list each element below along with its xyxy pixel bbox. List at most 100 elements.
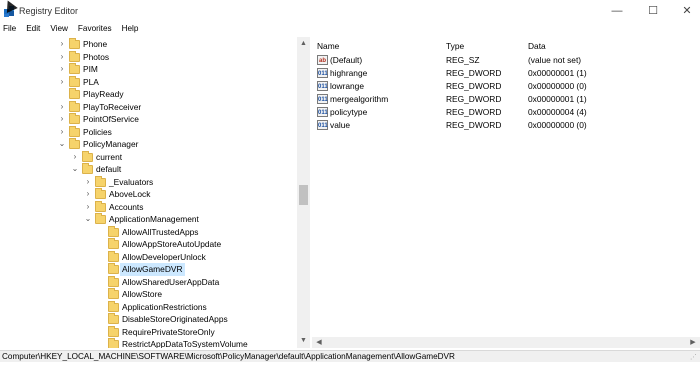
chevron-down-icon[interactable]: ⌄: [84, 214, 92, 224]
tree-item[interactable]: RequirePrivateStoreOnly: [0, 325, 296, 339]
folder-icon: [69, 38, 80, 49]
tree-item[interactable]: AllowGameDVR: [0, 263, 296, 276]
tree-item[interactable]: › PIM: [0, 63, 296, 76]
value-row[interactable]: ab (Default) REG_SZ (value not set): [312, 54, 700, 67]
chevron-right-icon[interactable]: ›: [71, 152, 79, 162]
tree-item[interactable]: › AboveLock: [0, 188, 296, 201]
folder-icon: [82, 163, 93, 174]
maximize-button[interactable]: ☐: [638, 2, 668, 20]
address-path[interactable]: Computer\HKEY_LOCAL_MACHINE\SOFTWARE\Mic…: [2, 352, 455, 361]
menu-edit[interactable]: Edit: [21, 22, 45, 36]
tree-item[interactable]: ⌄ PolicyManager: [0, 138, 296, 151]
tree-item[interactable]: PlayReady: [0, 88, 296, 101]
tree-item[interactable]: › current: [0, 150, 296, 164]
tree-item[interactable]: RestrictAppDataToSystemVolume: [0, 338, 296, 348]
tree-item-label: Accounts: [109, 201, 144, 212]
registry-key-tree[interactable]: › Phone › Photos › PIM › PLA PlayReady › PlayToRec…: [0, 37, 310, 348]
chevron-right-icon[interactable]: ›: [58, 39, 66, 49]
chevron-right-icon[interactable]: ›: [58, 114, 66, 124]
folder-icon: [108, 300, 119, 312]
value-row[interactable]: 011 lowrange REG_DWORD 0x00000000 (0): [312, 80, 700, 93]
value-type: REG_DWORD: [446, 68, 502, 78]
tree-item-label: ApplicationRestrictions: [122, 301, 207, 312]
tree-item-label: PlayToReceiver: [83, 101, 142, 112]
chevron-right-icon[interactable]: ›: [58, 77, 66, 87]
tree-item[interactable]: AllowAppStoreAutoUpdate: [0, 238, 296, 251]
folder-icon: [108, 263, 119, 274]
tree-item[interactable]: ApplicationRestrictions: [0, 300, 296, 314]
string-value-icon: ab: [317, 55, 328, 65]
tree-item-label: AllowAppStoreAutoUpdate: [122, 239, 222, 249]
tree-item-label: PLA: [83, 76, 99, 87]
tree-item[interactable]: › PointOfService: [0, 113, 296, 126]
folder-icon: [108, 238, 119, 249]
menu-favorites[interactable]: Favorites: [73, 22, 117, 36]
tree-item[interactable]: AllowSharedUserAppData: [0, 275, 296, 289]
tree-item-label: AllowSharedUserAppData: [122, 276, 220, 287]
folder-icon: [108, 338, 119, 348]
menu-file[interactable]: File: [0, 22, 21, 36]
dword-value-icon: 011: [317, 81, 328, 91]
tree-item[interactable]: ⌄ ApplicationManagement: [0, 213, 296, 226]
chevron-down-icon[interactable]: ⌄: [71, 164, 79, 174]
tree-item[interactable]: › _Evaluators: [0, 175, 296, 189]
tree-item[interactable]: ⌄ default: [0, 163, 296, 176]
tree-item-label: RequirePrivateStoreOnly: [122, 326, 215, 337]
tree-item[interactable]: › PlayToReceiver: [0, 100, 296, 114]
minimize-button[interactable]: —: [602, 2, 632, 20]
tree-item[interactable]: DisableStoreOriginatedApps: [0, 313, 296, 326]
tree-item-label: AllowDeveloperUnlock: [122, 251, 206, 262]
tree-item-label: ApplicationManagement: [109, 214, 199, 224]
folder-icon: [69, 75, 80, 87]
tree-item[interactable]: › PLA: [0, 75, 296, 89]
registry-values-list[interactable]: Name Type Data ab (Default) REG_SZ (value n…: [312, 37, 700, 337]
chevron-right-icon[interactable]: ›: [58, 127, 66, 137]
scrollbar-thumb[interactable]: [299, 185, 308, 205]
value-data: 0x00000001 (1): [528, 68, 587, 78]
menu-help[interactable]: Help: [117, 22, 144, 36]
values-horizontal-scrollbar[interactable]: ◀ ▶: [312, 337, 700, 348]
tree-item[interactable]: › Photos: [0, 50, 296, 64]
tree-item[interactable]: AllowAllTrustedApps: [0, 225, 296, 239]
tree-vertical-scrollbar[interactable]: ▲ ▼: [297, 37, 310, 348]
tree-item[interactable]: AllowStore: [0, 288, 296, 301]
chevron-right-icon[interactable]: ›: [58, 64, 66, 74]
folder-icon: [82, 150, 93, 162]
chevron-right-icon[interactable]: ›: [84, 202, 92, 212]
scroll-down-icon[interactable]: ▼: [297, 336, 310, 346]
dword-value-icon: 011: [317, 107, 328, 117]
folder-icon: [108, 288, 119, 299]
column-header-name[interactable]: Name: [317, 41, 339, 51]
tree-item[interactable]: AllowDeveloperUnlock: [0, 250, 296, 264]
chevron-right-icon[interactable]: ›: [58, 52, 66, 62]
column-header-type[interactable]: Type: [446, 41, 464, 51]
tree-item-label: AboveLock: [109, 189, 151, 199]
folder-icon: [69, 63, 80, 74]
tree-item[interactable]: › Policies: [0, 125, 296, 139]
chevron-right-icon[interactable]: ›: [84, 177, 92, 187]
menu-view[interactable]: View: [45, 22, 73, 36]
value-data: 0x00000004 (4): [528, 107, 587, 117]
value-row[interactable]: 011 value REG_DWORD 0x00000000 (0): [312, 119, 700, 132]
value-row[interactable]: 011 policytype REG_DWORD 0x00000004 (4): [312, 106, 700, 119]
tree-item[interactable]: › Accounts: [0, 200, 296, 214]
tree-item-label: AllowGameDVR: [120, 263, 185, 276]
chevron-right-icon[interactable]: ›: [58, 102, 66, 112]
scroll-right-icon[interactable]: ▶: [688, 337, 698, 348]
resize-grip-icon[interactable]: ⋰: [690, 353, 697, 361]
scroll-up-icon[interactable]: ▲: [297, 39, 310, 49]
column-header-data[interactable]: Data: [528, 41, 546, 51]
folder-icon: [95, 213, 106, 224]
dword-value-icon: 011: [317, 120, 328, 130]
scroll-left-icon[interactable]: ◀: [314, 337, 324, 348]
tree-item-label: _Evaluators: [109, 176, 154, 187]
folder-icon: [69, 88, 80, 99]
close-button[interactable]: ✕: [672, 2, 700, 20]
value-row[interactable]: 011 highrange REG_DWORD 0x00000001 (1): [312, 67, 700, 80]
value-data: 0x00000000 (0): [528, 81, 587, 91]
chevron-down-icon[interactable]: ⌄: [58, 139, 66, 149]
value-row[interactable]: 011 mergealgorithm REG_DWORD 0x00000001 (1): [312, 93, 700, 106]
chevron-right-icon[interactable]: ›: [84, 189, 92, 199]
tree-item-label: RestrictAppDataToSystemVolume: [122, 339, 248, 348]
tree-item[interactable]: › Phone: [0, 38, 296, 51]
